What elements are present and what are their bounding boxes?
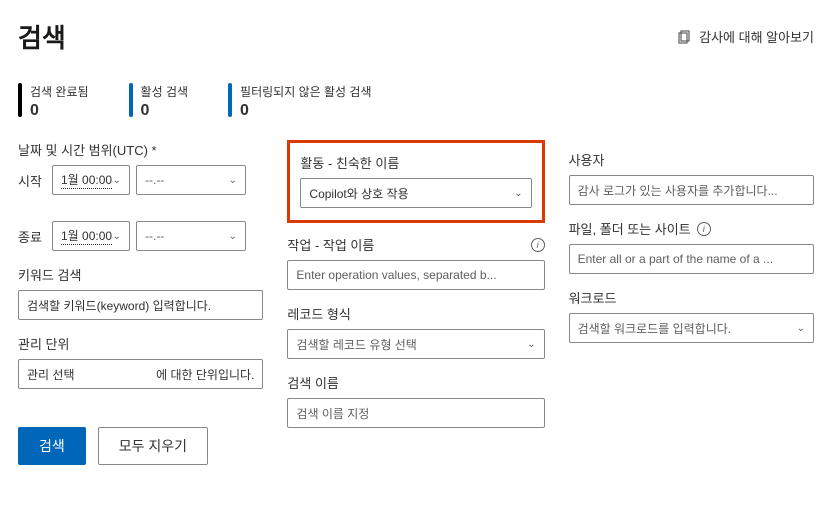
record-type-label: 레코드 형식 <box>287 304 544 323</box>
users-input[interactable]: 감사 로그가 있는 사용자를 추가합니다... <box>569 175 814 205</box>
counter-unfiltered: 필터링되지 않은 활성 검색 0 <box>228 83 371 120</box>
search-name-label: 검색 이름 <box>287 373 544 392</box>
workload-select[interactable]: 검색할 워크로드를 입력합니다. ⌄ <box>569 313 814 343</box>
learn-about-audit-link[interactable]: 감사에 대해 알아보기 <box>677 27 814 46</box>
copy-icon <box>677 29 693 45</box>
end-label: 종료 <box>18 227 46 246</box>
counter-bar <box>18 83 22 117</box>
search-button[interactable]: 검색 <box>18 427 86 465</box>
clear-all-button[interactable]: 모두 지우기 <box>98 427 208 465</box>
files-input[interactable]: Enter all or a part of the name of a ... <box>569 244 814 274</box>
chevron-down-icon: ⌄ <box>797 323 805 334</box>
chevron-down-icon: ⌄ <box>527 339 535 350</box>
counter-active: 활성 검색 0 <box>129 83 189 120</box>
info-icon[interactable]: i <box>531 238 545 252</box>
users-label: 사용자 <box>569 150 814 169</box>
operations-input[interactable]: Enter operation values, separated b... <box>287 260 544 290</box>
counters: 검색 완료됨 0 활성 검색 0 필터링되지 않은 활성 검색 0 <box>18 83 814 120</box>
operations-label: 작업 - 작업 이름 i <box>287 235 544 254</box>
start-label: 시작 <box>18 171 46 190</box>
end-date-input[interactable]: 1월 00:00 ⌄ <box>52 221 130 251</box>
counter-value: 0 <box>240 102 371 120</box>
counter-value: 0 <box>141 102 189 120</box>
page-title: 검색 <box>18 18 66 55</box>
counter-label: 검색 완료됨 <box>30 83 89 100</box>
counter-value: 0 <box>30 102 89 120</box>
counter-label: 활성 검색 <box>141 83 189 100</box>
workload-label: 워크로드 <box>569 288 814 307</box>
counter-bar <box>228 83 232 117</box>
start-time-input[interactable]: --.-- ⌄ <box>136 165 246 195</box>
info-icon[interactable]: i <box>697 222 711 236</box>
admin-select[interactable]: 관리 선택 에 대한 단위입니다. <box>18 359 263 389</box>
record-type-select[interactable]: 검색할 레코드 유형 선택 ⌄ <box>287 329 544 359</box>
chevron-down-icon: ⌄ <box>113 231 121 242</box>
chevron-down-icon: ⌄ <box>514 188 522 199</box>
activities-highlight: 활동 - 친숙한 이름 Copilot와 상호 작용 ⌄ <box>287 140 544 223</box>
files-label: 파일, 폴더 또는 사이트 i <box>569 219 814 238</box>
activities-label: 활동 - 친숙한 이름 <box>300 153 531 172</box>
counter-bar <box>129 83 133 117</box>
admin-label: 관리 단위 <box>18 334 263 353</box>
chevron-down-icon: ⌄ <box>229 175 237 186</box>
search-name-input[interactable]: 검색 이름 지정 <box>287 398 544 428</box>
counter-label: 필터링되지 않은 활성 검색 <box>240 83 371 100</box>
chevron-down-icon: ⌄ <box>113 175 121 186</box>
end-time-input[interactable]: --.-- ⌄ <box>136 221 246 251</box>
keyword-label: 키워드 검색 <box>18 265 263 284</box>
counter-completed: 검색 완료됨 0 <box>18 83 89 120</box>
activities-select[interactable]: Copilot와 상호 작용 ⌄ <box>300 178 531 208</box>
keyword-input[interactable]: 검색할 키워드(keyword) 입력합니다. <box>18 290 263 320</box>
learn-label: 감사에 대해 알아보기 <box>699 27 814 46</box>
chevron-down-icon: ⌄ <box>229 231 237 242</box>
start-date-input[interactable]: 1월 00:00 ⌄ <box>52 165 130 195</box>
date-range-label: 날짜 및 시간 범위(UTC) * <box>18 140 263 159</box>
